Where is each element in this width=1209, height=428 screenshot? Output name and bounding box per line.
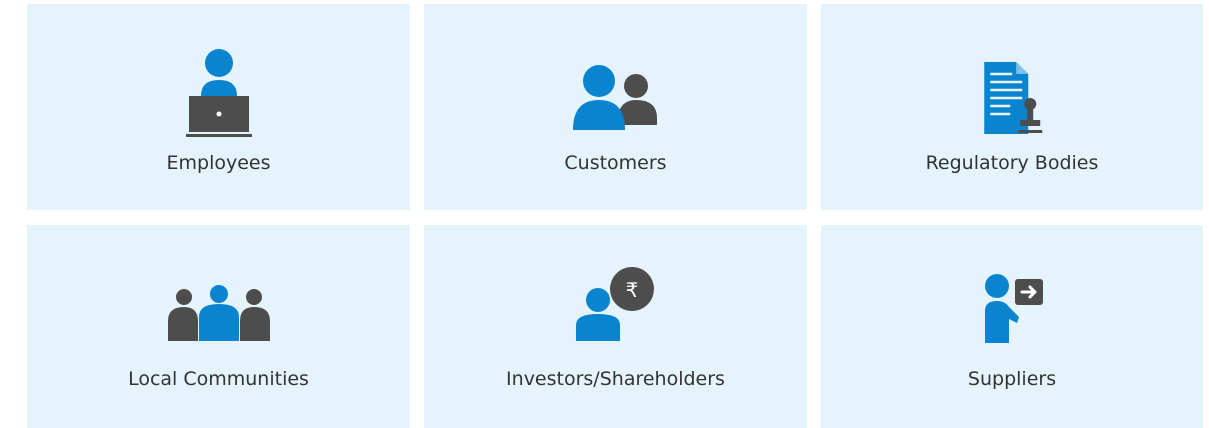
- card-label: Employees: [166, 152, 271, 174]
- card-label: Investors/Shareholders: [506, 368, 725, 390]
- customers-icon: [572, 65, 657, 130]
- employee-laptop-icon: [185, 49, 252, 137]
- investor-rupee-icon: ₹: [575, 267, 654, 341]
- card-customers: Customers: [424, 4, 807, 210]
- stakeholder-grid: Employees Customers Regulatory Bodies Lo…: [0, 0, 1209, 428]
- card-label: Regulatory Bodies: [925, 152, 1099, 174]
- card-investors-shareholders: ₹ Investors/Shareholders: [424, 225, 807, 428]
- card-suppliers: Suppliers: [821, 225, 1203, 428]
- card-label: Local Communities: [128, 368, 309, 390]
- svg-text:₹: ₹: [625, 278, 638, 302]
- card-label: Suppliers: [967, 368, 1057, 390]
- document-stamp-icon: [984, 62, 1043, 134]
- community-icon: [167, 285, 270, 341]
- supplier-arrow-icon: [985, 274, 1043, 343]
- card-employees: Employees: [27, 4, 410, 210]
- card-regulatory-bodies: Regulatory Bodies: [821, 4, 1203, 210]
- card-label: Customers: [564, 152, 667, 174]
- card-local-communities: Local Communities: [27, 225, 410, 428]
